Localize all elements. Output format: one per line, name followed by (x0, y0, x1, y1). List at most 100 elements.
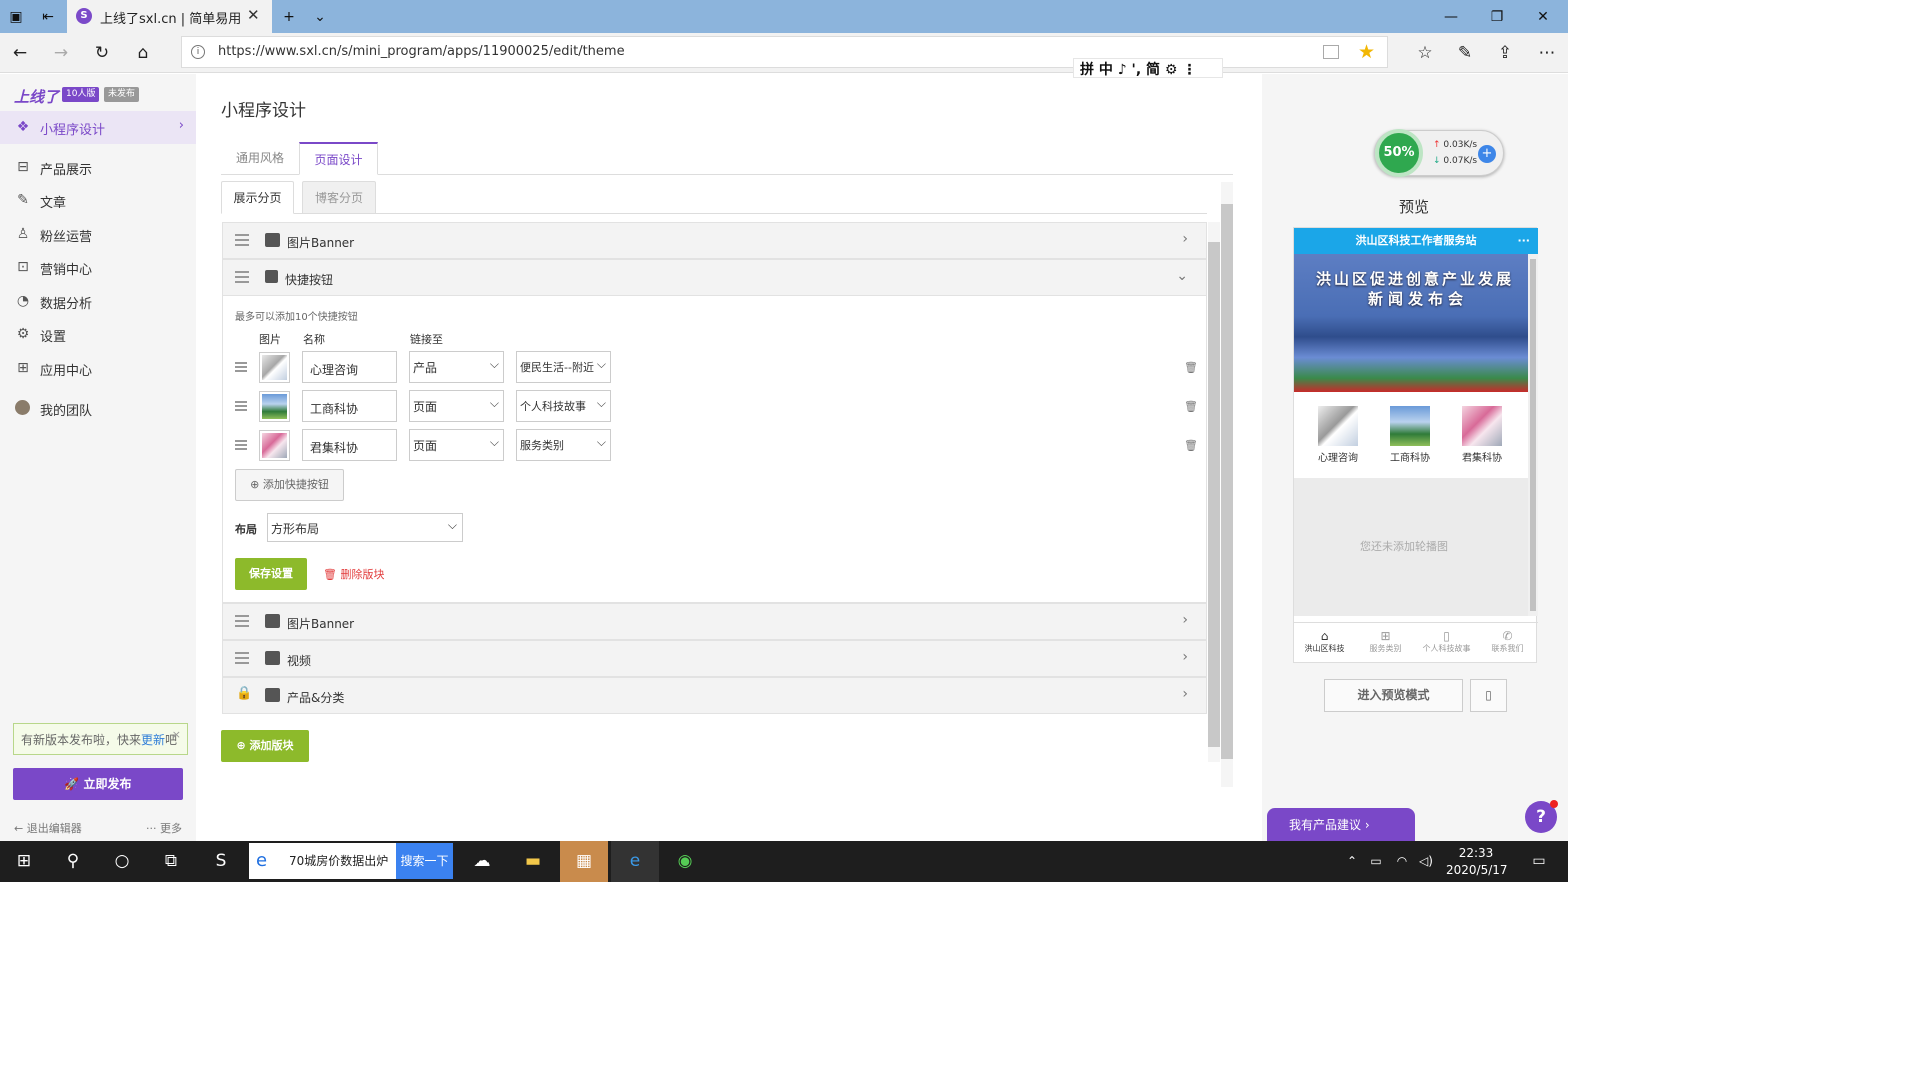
update-link[interactable]: 更新 (141, 733, 165, 747)
minimize-icon[interactable]: — (1441, 7, 1461, 27)
button-name-input[interactable]: 心理咨询 (302, 351, 397, 383)
system-clock[interactable]: 22:33 2020/5/17 (1446, 845, 1508, 879)
tab-list-chevron-icon[interactable]: ⌄ (310, 7, 330, 27)
drag-handle-icon[interactable] (235, 401, 247, 411)
phone-scrollbar-thumb[interactable] (1530, 259, 1536, 611)
add-quick-button[interactable]: ⊕ 添加快捷按钮 (235, 469, 344, 501)
tab-general-style[interactable]: 通用风格 (221, 142, 299, 175)
favorite-star-icon[interactable]: ★ (1358, 41, 1375, 63)
product-suggestion-button[interactable]: 我有产品建议 › (1267, 808, 1415, 842)
drag-handle-icon[interactable] (235, 615, 249, 627)
help-button[interactable]: ? (1525, 800, 1558, 833)
weather-app-icon[interactable]: ☁ (458, 841, 506, 882)
drag-handle-icon[interactable] (235, 652, 249, 664)
link-type-select[interactable]: 页面 (409, 429, 504, 461)
subtab-blog[interactable]: 博客分页 (302, 181, 376, 214)
set-aside-tabs-icon[interactable]: ⇤ (38, 7, 58, 27)
green-app-icon[interactable]: ◉ (661, 841, 709, 882)
inner-scrollbar[interactable] (1208, 222, 1220, 762)
close-window-icon[interactable]: ✕ (1533, 7, 1553, 27)
more-link[interactable]: ··· 更多 (146, 820, 182, 836)
sidebar-item-app-center[interactable]: ⊞ 应用中心 (0, 352, 196, 385)
cortana-icon[interactable]: ○ (98, 841, 146, 882)
trash-icon[interactable]: 🗑 (1184, 439, 1198, 452)
sidebar-item-mini-program-design[interactable]: ❖ 小程序设计 › (0, 111, 196, 144)
phone-scrollbar[interactable] (1528, 254, 1538, 616)
tab-actions-icon[interactable]: ▣ (6, 7, 26, 27)
link-type-select[interactable]: 产品 (409, 351, 504, 383)
drag-handle-icon[interactable] (235, 271, 249, 283)
tray-chevron-icon[interactable]: ⌃ (1340, 841, 1364, 882)
restore-icon[interactable]: ❐ (1487, 7, 1507, 27)
link-target-select[interactable]: 服务类别 (516, 429, 611, 461)
inner-scrollbar-thumb[interactable] (1208, 242, 1220, 747)
volume-icon[interactable]: ◁) (1414, 841, 1438, 882)
reading-view-icon[interactable] (1323, 45, 1339, 59)
section-video[interactable]: 视频 › (222, 640, 1207, 677)
section-image-banner[interactable]: 图片Banner › (222, 222, 1207, 259)
sidebar-item-team[interactable]: 我的团队 (0, 392, 196, 425)
favorites-list-icon[interactable]: ☆ (1413, 41, 1437, 65)
pen-notes-icon[interactable]: ✎ (1453, 41, 1477, 65)
button-name-input[interactable]: 工商科协 (302, 390, 397, 422)
notification-center-icon[interactable]: ▭ (1515, 841, 1563, 882)
refresh-icon[interactable]: ↻ (90, 41, 114, 65)
trash-icon[interactable]: 🗑 (1184, 361, 1198, 374)
button-image-thumb[interactable] (259, 391, 290, 422)
back-icon[interactable]: ← (8, 41, 32, 65)
taskbar-search-button[interactable]: 搜索一下 (396, 843, 453, 879)
tab-page-design[interactable]: 页面设计 (299, 142, 378, 175)
link-type-select[interactable]: 页面 (409, 390, 504, 422)
ime-toolbar[interactable]: 拼 中 ♪ ', 简 ⚙ ⋮ (1073, 58, 1223, 78)
button-image-thumb[interactable] (259, 430, 290, 461)
sidebar-item-settings[interactable]: ⚙ 设置 (0, 318, 196, 351)
layout-select[interactable]: 方形布局 (267, 513, 463, 542)
drag-handle-icon[interactable] (235, 362, 247, 372)
search-icon[interactable]: ⚲ (49, 841, 97, 882)
section-quick-buttons[interactable]: 快捷按钮 ⌄ (222, 259, 1207, 296)
phone-tab-stories[interactable]: ▯ 个人科技故事 (1416, 623, 1477, 665)
windows-start-icon[interactable]: ⊞ (0, 841, 48, 882)
wifi-icon[interactable]: ◠ (1390, 841, 1414, 882)
enter-preview-button[interactable]: 进入预览模式 (1324, 679, 1463, 712)
trash-icon[interactable]: 🗑 (1184, 400, 1198, 413)
network-speed-widget[interactable]: 50% ↑ 0.03K/s ↓ 0.07K/s + (1374, 129, 1504, 177)
task-view-icon[interactable]: ⧉ (147, 841, 195, 882)
logo[interactable]: 上线了 (14, 86, 59, 107)
save-settings-button[interactable]: 保存设置 (235, 558, 307, 590)
info-icon[interactable]: i (191, 45, 205, 59)
outer-scrollbar-thumb[interactable] (1221, 204, 1233, 759)
mobile-preview-button[interactable]: ▯ (1470, 679, 1507, 712)
link-target-select[interactable]: 便民生活--附近 (516, 351, 611, 383)
outer-scrollbar[interactable] (1221, 182, 1233, 787)
home-icon[interactable]: ⌂ (131, 41, 155, 65)
link-target-select[interactable]: 个人科技故事 (516, 390, 611, 422)
phone-tab-services[interactable]: ⊞ 服务类别 (1355, 623, 1416, 665)
section-image-banner[interactable]: 图片Banner › (222, 603, 1207, 640)
taskbar-search-input[interactable]: e 70城房价数据出炉 (249, 843, 396, 879)
publish-button[interactable]: 🚀 立即发布 (13, 768, 183, 800)
browser-tab[interactable]: S 上线了sxl.cn | 简单易用 ✕ (67, 0, 272, 33)
button-name-input[interactable]: 君集科协 (302, 429, 397, 461)
new-tab-icon[interactable]: + (279, 7, 299, 27)
drag-handle-icon[interactable] (235, 234, 249, 246)
sidebar-item-products[interactable]: ⊟ 产品展示 (0, 151, 196, 184)
file-explorer-icon[interactable]: ▬ (509, 841, 557, 882)
sidebar-item-analytics[interactable]: ◔ 数据分析 (0, 285, 196, 318)
button-image-thumb[interactable] (259, 352, 290, 383)
phone-tab-home[interactable]: ⌂ 洪山区科技 (1294, 623, 1355, 665)
drag-handle-icon[interactable] (235, 440, 247, 450)
battery-icon[interactable]: ▭ (1364, 841, 1388, 882)
photo-app-icon[interactable]: ▦ (560, 841, 608, 882)
edge-browser-icon[interactable]: e (611, 841, 659, 882)
subtab-display[interactable]: 展示分页 (221, 181, 294, 214)
more-menu-icon[interactable]: ⋯ (1535, 41, 1559, 65)
sidebar-item-fans[interactable]: ♙ 粉丝运营 (0, 218, 196, 251)
delete-block-link[interactable]: 🗑 删除版块 (323, 566, 384, 582)
close-tab-icon[interactable]: ✕ (247, 6, 260, 24)
sidebar-item-marketing[interactable]: ⊡ 营销中心 (0, 251, 196, 284)
app-s-icon[interactable]: S (197, 841, 245, 882)
close-tip-icon[interactable]: × (172, 728, 181, 741)
add-block-button[interactable]: ⊕ 添加版块 (221, 730, 309, 762)
forward-icon[interactable]: → (49, 41, 73, 65)
